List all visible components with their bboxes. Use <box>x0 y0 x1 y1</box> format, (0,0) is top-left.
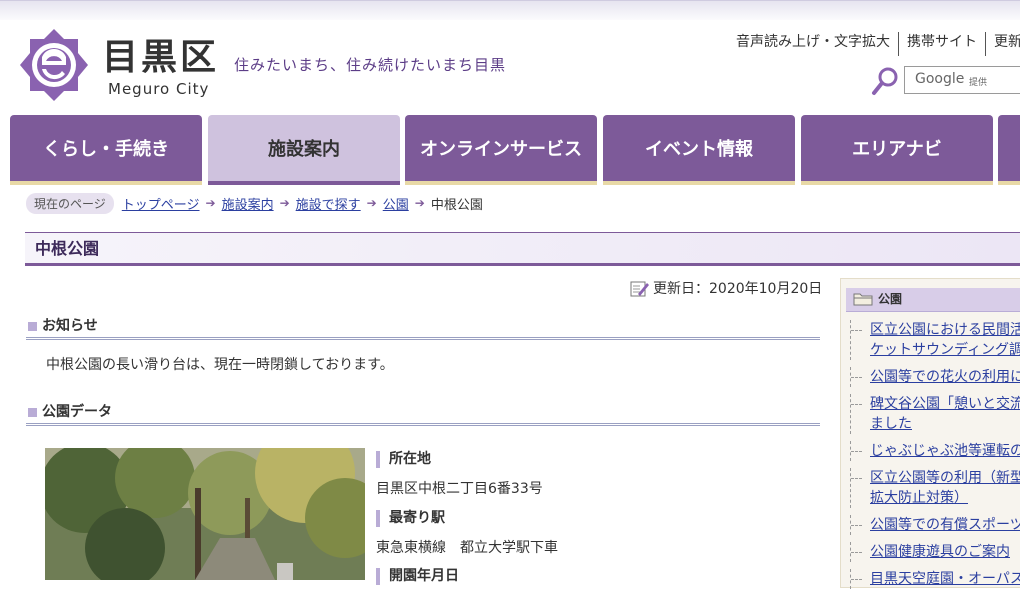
utility-link-voice[interactable]: 音声読み上げ・文字拡大 <box>728 32 898 56</box>
page-title: 中根公園 <box>25 232 1020 266</box>
park-data-value-station: 東急東横線 都立大学駅下車 <box>376 540 558 556</box>
sidebar-link[interactable]: 目黒天空庭園・オーパス <box>850 569 1020 589</box>
park-data-label-address: 所在地 <box>376 451 431 468</box>
pencil-note-icon <box>630 281 649 296</box>
tab-kurashi[interactable]: くらし・手続き <box>10 115 202 185</box>
tab-more[interactable] <box>998 115 1020 185</box>
sidebar-link[interactable]: じゃぶじゃぶ池等運転の <box>850 441 1020 461</box>
section-heading-park-data: 公園データ <box>26 402 820 426</box>
notice-text: 中根公園の長い滑り台は、現在一時閉鎖しております。 <box>46 357 394 373</box>
folder-icon <box>853 293 873 306</box>
search-icon[interactable] <box>870 66 900 96</box>
search-provider-label: 提供 <box>969 78 988 88</box>
sidebar-heading-text: 公園 <box>878 292 903 306</box>
update-date-text: 更新日：2020年10月20日 <box>653 281 823 297</box>
meguro-logo-icon[interactable] <box>18 27 90 103</box>
tab-event[interactable]: イベント情報 <box>603 115 795 185</box>
tab-online[interactable]: オンラインサービス <box>405 115 597 185</box>
tab-shisetsu[interactable]: 施設案内 <box>208 115 400 185</box>
search-input[interactable]: Google 提供 <box>904 66 1020 94</box>
sidebar-heading: 公園 <box>846 288 1020 312</box>
sidebar-link[interactable]: 区立公園における民間活 ケットサウンディング調 <box>850 320 1020 360</box>
search-google-label: Google <box>915 71 965 87</box>
utility-link-mobile[interactable]: 携帯サイト <box>898 32 985 56</box>
breadcrumb-link-parks[interactable]: 公園 <box>383 194 409 213</box>
sidebar-link[interactable]: 公園健康遊具のご案内 <box>850 542 1020 562</box>
sidebar-link[interactable]: 区立公園等の利用（新型 拡大防止対策） <box>850 468 1020 508</box>
sidebar-link[interactable]: 公園等での有償スポーツ <box>850 515 1020 535</box>
global-nav: くらし・手続き 施設案内 オンラインサービス イベント情報 エリアナビ <box>0 114 1020 186</box>
breadcrumb-arrow-icon: ➔ <box>366 196 377 210</box>
park-data-label-opened: 開園年月日 <box>376 568 459 585</box>
breadcrumb-link-facilities[interactable]: 施設案内 <box>222 194 274 213</box>
sidebar-link[interactable]: 公園等での花火の利用に <box>850 367 1020 387</box>
sidebar-link[interactable]: 碑文谷公園「憩いと交流 ました <box>850 394 1020 434</box>
park-data-value-address: 目黒区中根二丁目6番33号 <box>376 481 543 497</box>
breadcrumb-arrow-icon: ➔ <box>414 196 425 210</box>
site-name-en: Meguro City <box>108 80 210 98</box>
park-data-label-station: 最寄り駅 <box>376 510 445 527</box>
breadcrumb-arrow-icon: ➔ <box>279 196 290 210</box>
breadcrumb-current: 中根公園 <box>430 197 483 213</box>
utility-links: 音声読み上げ・文字拡大 携帯サイト 更新 <box>728 32 1020 56</box>
tagline: 住みたいまち、住み続けたいまち目黒 <box>234 56 507 74</box>
update-date: 更新日：2020年10月20日 <box>630 278 822 298</box>
park-photo <box>45 448 365 580</box>
tab-area[interactable]: エリアナビ <box>801 115 993 185</box>
breadcrumb-link-top[interactable]: トップページ <box>122 194 200 213</box>
breadcrumb-here-label: 現在のページ <box>26 192 114 214</box>
sidebar-list: 区立公園における民間活 ケットサウンディング調 公園等での花火の利用に 碑文谷公園… <box>850 320 1020 596</box>
breadcrumb: 現在のページ トップページ ➔ 施設案内 ➔ 施設で探す ➔ 公園 ➔ 中根公園 <box>26 192 483 214</box>
site-name[interactable]: 目黒区 <box>102 38 219 78</box>
section-heading-notice: お知らせ <box>26 316 820 340</box>
utility-link-update[interactable]: 更新 <box>985 32 1020 56</box>
breadcrumb-arrow-icon: ➔ <box>205 196 216 210</box>
breadcrumb-link-search[interactable]: 施設で探す <box>296 194 361 213</box>
top-strip <box>0 0 1020 20</box>
